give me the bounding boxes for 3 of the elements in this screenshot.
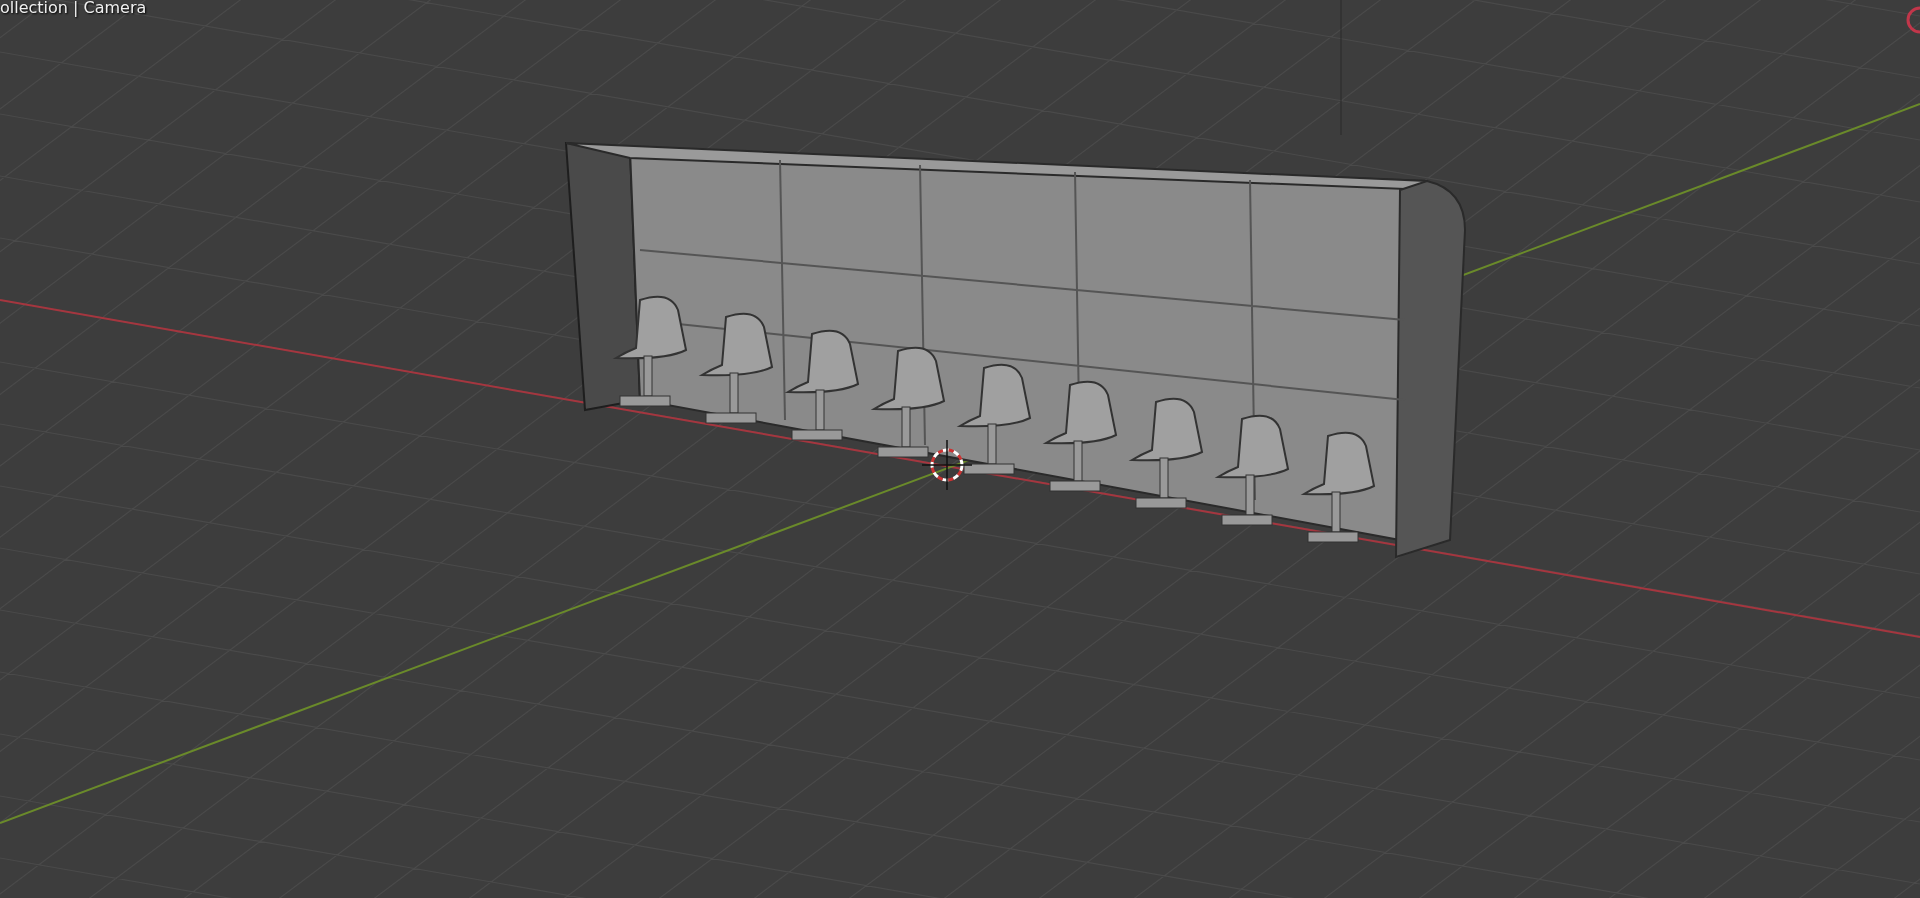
3d-cursor-icon [921,439,973,491]
gizmo-x-axis-icon[interactable] [1906,6,1920,34]
viewport-header-text: ollection | Camera [0,0,147,16]
